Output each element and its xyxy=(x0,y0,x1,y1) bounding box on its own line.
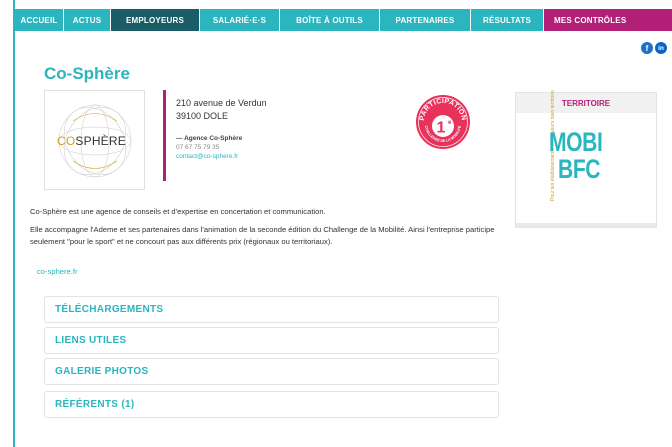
address-block: 210 avenue de Verdun 39100 DOLE — Agence… xyxy=(176,97,267,161)
accordion-galerie-photos[interactable]: GALERIE PHOTOS xyxy=(44,358,499,385)
city: 39100 DOLE xyxy=(176,111,229,121)
territory-heading: TERRITOIRE xyxy=(516,93,656,113)
logo-co: CO xyxy=(57,134,76,148)
street: 210 avenue de Verdun xyxy=(176,98,267,108)
email-link[interactable]: contact@co-sphere.fr xyxy=(176,152,267,161)
page-title: Co-Sphère xyxy=(44,64,130,83)
description-details: Elle accompagne l'Ademe et ses partenair… xyxy=(30,225,495,246)
agency-name: — Agence Co-Sphère xyxy=(176,135,243,142)
company-logo: COSPHÈRE xyxy=(44,90,145,190)
territory-panel: TERRITOIRE Pour les établissements emplo… xyxy=(515,90,657,228)
nav-salaries[interactable]: SALARIÉ·E·S xyxy=(200,9,280,31)
nav-employeurs[interactable]: EMPLOYEURS xyxy=(111,9,200,31)
main-nav: ACCUEIL ACTUS EMPLOYEURS SALARIÉ·E·S BOÎ… xyxy=(15,9,672,31)
logo-wordmark: COSPHÈRE xyxy=(57,134,126,148)
mobi-text: MOBI xyxy=(549,127,603,157)
description-intro: Co-Sphère est une agence de conseils et … xyxy=(30,207,326,216)
mobi-bfc-logo[interactable]: MOBI BFC xyxy=(549,129,618,183)
nav-accueil[interactable]: ACCUEIL xyxy=(15,9,64,31)
left-accent-rule xyxy=(13,0,15,447)
nav-partenaires[interactable]: PARTENAIRES xyxy=(380,9,471,31)
nav-mes-controles[interactable]: MES CONTRÔLES xyxy=(544,9,672,31)
territory-footer-bar xyxy=(516,223,656,227)
facebook-icon[interactable]: f xyxy=(641,42,653,54)
participation-badge: PARTICIPATION CHALLENGE DE LA MOBILITÉ 1… xyxy=(416,95,470,149)
nav-actus[interactable]: ACTUS xyxy=(64,9,111,31)
accordion-referents[interactable]: RÉFÉRENTS (1) xyxy=(44,391,499,418)
phone-number: 07 67 75 79 35 xyxy=(176,144,220,151)
nav-boite-a-outils[interactable]: BOÎTE À OUTILS xyxy=(280,9,380,31)
accordion-liens-utiles[interactable]: LIENS UTILES xyxy=(44,327,499,354)
logo-sphere: SPHÈRE xyxy=(75,134,126,148)
address-accent-rule xyxy=(163,90,166,181)
linkedin-icon[interactable]: in xyxy=(655,42,667,54)
accordion-telechargements[interactable]: TÉLÉCHARGEMENTS xyxy=(44,296,499,323)
social-links: f in xyxy=(641,42,667,54)
badge-rank: 1 xyxy=(437,120,446,137)
nav-resultats[interactable]: RÉSULTATS xyxy=(471,9,544,31)
website-link[interactable]: co-sphere.fr xyxy=(37,267,78,276)
bfc-text: BFC xyxy=(558,154,601,184)
